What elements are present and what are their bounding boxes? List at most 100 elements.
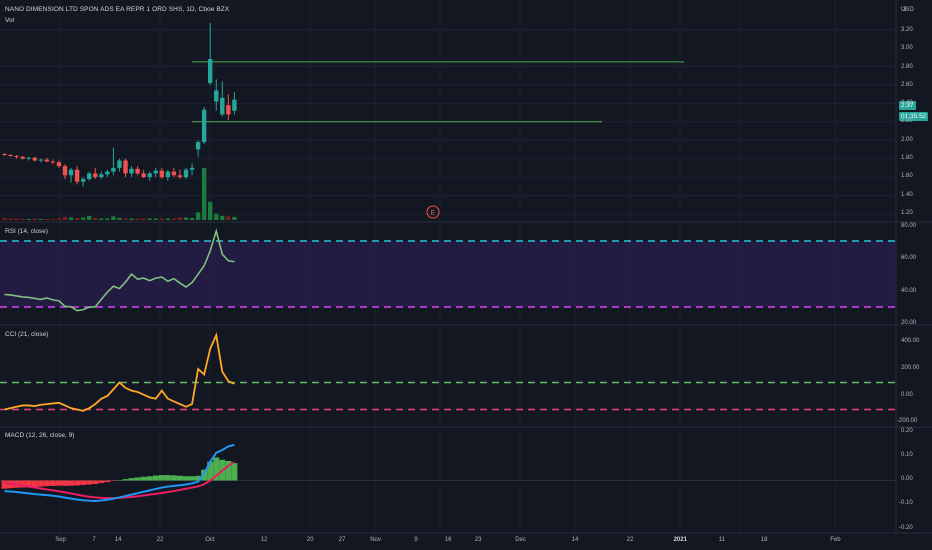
candle-body	[99, 174, 104, 178]
volume-bar	[62, 216, 68, 220]
cci-tick-label: 400.00	[901, 338, 920, 344]
volume-bar	[214, 213, 219, 220]
cci-tick-label: 200.00	[901, 365, 920, 371]
rsi-tick-label: 80.00	[901, 223, 917, 229]
time-tick-label: 11	[718, 537, 726, 543]
volume-bar	[105, 218, 110, 220]
volume-bar	[99, 218, 104, 220]
time-tick-label: 14	[571, 537, 579, 543]
volume-bar	[74, 217, 80, 220]
rsi-tick-label: 60.00	[901, 255, 917, 261]
volume-bar	[68, 217, 74, 220]
macd-histogram-bar	[189, 476, 196, 481]
price-tick-label: 1.80	[901, 155, 913, 161]
time-tick-label: Nov	[370, 537, 381, 543]
candle-body	[141, 173, 146, 178]
candle-body	[2, 154, 7, 156]
candle-body	[123, 160, 128, 174]
macd-histogram-bar	[122, 479, 129, 481]
macd-histogram-bar	[146, 476, 153, 481]
macd-tick-label: 0.20	[901, 428, 913, 434]
volume-bar	[183, 217, 189, 220]
candle-body	[153, 170, 158, 174]
macd-tick-label: -0.20	[899, 525, 913, 531]
volume-bar	[153, 218, 158, 220]
time-tick-label: 7	[92, 537, 96, 543]
macd-histogram-bar	[86, 480, 93, 485]
price-tick-label: 1.20	[901, 210, 913, 216]
candle-body	[8, 154, 13, 156]
candle-body	[38, 159, 43, 161]
rsi-band-fill	[0, 241, 896, 307]
macd-histogram-bar	[43, 480, 50, 487]
macd-histogram-bar	[152, 475, 159, 481]
price-tick-label: 2.00	[901, 137, 913, 143]
macd-histogram-bar	[98, 480, 105, 484]
macd-title: MACD (12, 26, close, 9)	[5, 432, 75, 439]
time-tick-label: 12	[260, 537, 268, 543]
time-tick-label: Dec	[515, 537, 526, 543]
candle-body	[105, 171, 110, 175]
earnings-marker-label: E	[431, 210, 436, 217]
time-tick-label: 16	[444, 537, 452, 543]
macd-histogram-bar	[68, 480, 75, 486]
candle-body	[62, 166, 68, 176]
volume-bar	[220, 215, 225, 220]
candle-body	[171, 171, 177, 176]
chart-canvas[interactable]: E	[0, 0, 932, 550]
candle-body	[44, 159, 50, 162]
candle-body	[50, 161, 56, 163]
candle-body	[183, 169, 189, 178]
volume-bar	[195, 212, 201, 220]
volume-bar	[87, 215, 92, 220]
volume-bar	[123, 218, 128, 220]
volume-bar	[147, 218, 152, 220]
candle-body	[56, 162, 62, 167]
candle-body	[26, 157, 31, 159]
time-tick-label: 2021	[673, 537, 687, 543]
macd-histogram-bar	[37, 480, 44, 487]
rsi-tick-label: 40.00	[901, 288, 917, 294]
volume-bar	[171, 218, 177, 220]
candle-body	[201, 109, 207, 143]
macd-tick-label: 0.10	[901, 452, 913, 458]
price-tick-label: 3.00	[901, 45, 913, 51]
price-tick-label: 3.20	[901, 27, 913, 33]
volume-bar	[2, 217, 7, 220]
volume-bar	[56, 218, 62, 220]
cci-tick-label: 0.00	[901, 392, 913, 398]
time-tick-label: Feb	[830, 537, 841, 543]
cci-title: CCI (21, close)	[5, 331, 49, 338]
price-tick-label: 2.40	[901, 100, 913, 106]
time-tick-label: 23	[474, 537, 482, 543]
macd-histogram-bar	[170, 475, 177, 481]
volume-bar	[14, 218, 19, 220]
macd-line	[4, 443, 235, 502]
time-tick-label: 22	[156, 537, 164, 543]
macd-histogram-bar	[183, 476, 189, 481]
macd-histogram-bar	[92, 480, 99, 485]
time-tick-label: 20	[306, 537, 314, 543]
macd-histogram-bar	[80, 480, 87, 485]
macd-histogram-bar	[55, 480, 62, 486]
candle-body	[111, 167, 116, 172]
price-tick-label: 1.60	[901, 173, 913, 179]
volume-bar	[159, 218, 164, 220]
macd-tick-label: 0.00	[901, 476, 913, 482]
price-tick-label: 2.20	[901, 118, 913, 124]
volume-bar	[20, 218, 25, 220]
candle-body	[129, 168, 134, 174]
macd-histogram-bar	[74, 480, 81, 486]
rsi-title: RSI (14, close)	[5, 228, 48, 235]
macd-histogram-bar	[140, 476, 147, 481]
volume-label: Vol	[5, 17, 15, 24]
cci-tick-label: -200.00	[897, 418, 918, 424]
volume-bar	[232, 216, 237, 220]
volume-bar	[32, 218, 37, 220]
volume-bar	[38, 218, 43, 220]
macd-histogram-bar	[49, 480, 56, 486]
candle-body	[117, 160, 122, 168]
macd-histogram-bar	[128, 478, 135, 481]
macd-histogram-bar	[176, 475, 183, 481]
candle-body	[232, 99, 237, 111]
